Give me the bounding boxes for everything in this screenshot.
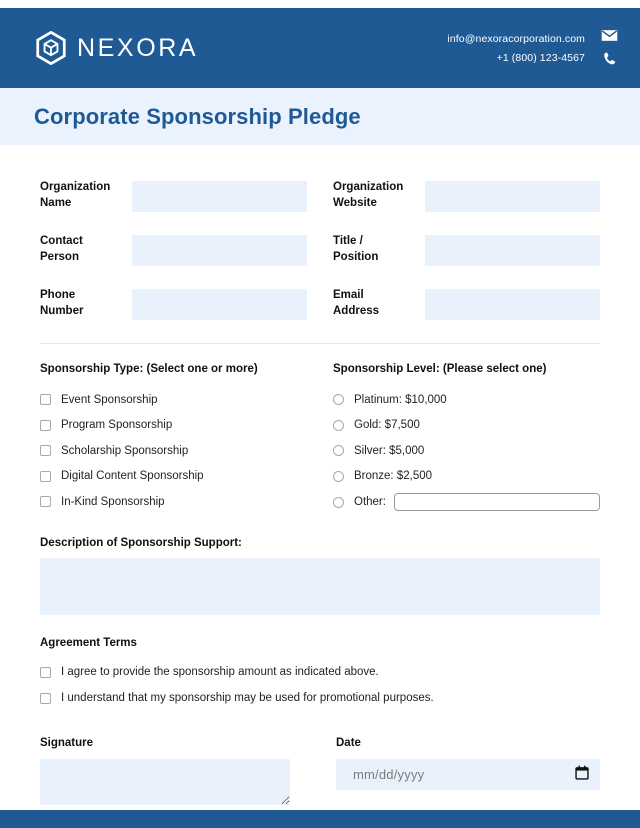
option-label: Program Sponsorship [61,419,173,432]
checkbox-program-sponsorship[interactable]: Program Sponsorship [40,413,307,439]
radio-other[interactable]: Other: [333,489,600,515]
date-label: Date [336,737,361,749]
contact-icons [601,29,618,67]
options-section: Sponsorship Type: (Select one or more) E… [40,344,600,515]
page-header: NEXORA info@nexoracorporation.com +1 (80… [0,8,640,88]
phone-number-input[interactable] [132,288,307,320]
field-contact-person: Contact Person [40,223,307,277]
option-label: Other: [354,496,386,508]
checkbox-icon[interactable] [40,666,51,678]
hexagon-cube-logo-icon [34,31,68,65]
field-email-address: Email Address [333,277,600,331]
contact-phone[interactable]: +1 (800) 123-4567 [497,52,585,64]
checkbox-icon[interactable] [40,496,51,508]
envelope-icon [601,29,618,42]
checkbox-icon[interactable] [40,470,51,482]
option-label: Gold: $7,500 [354,419,420,432]
date-input[interactable]: mm/dd/yyyy [336,759,600,790]
field-phone-number: Phone Number [40,277,307,331]
field-label: Title / Position [333,235,379,263]
checkbox-icon[interactable] [40,445,51,457]
contact-email[interactable]: info@nexoracorporation.com [447,33,585,45]
field-label: Phone Number [40,289,84,317]
organization-website-input[interactable] [425,180,600,212]
option-label: Bronze: $2,500 [354,470,433,483]
field-organization-name: Organization Name [40,169,307,223]
option-label: Digital Content Sponsorship [61,470,204,483]
field-label: Contact Person [40,235,83,263]
option-label: Event Sponsorship [61,393,158,406]
radio-bronze[interactable]: Bronze: $2,500 [333,464,600,490]
page-footer [0,810,640,828]
radio-icon[interactable] [333,419,344,431]
brand: NEXORA [34,31,198,65]
checkbox-icon[interactable] [40,692,51,704]
radio-icon[interactable] [333,394,344,406]
agreement-label: I agree to provide the sponsorship amoun… [61,666,379,678]
agreement-heading: Agreement Terms [40,637,137,649]
option-label: In-Kind Sponsorship [61,495,165,508]
signature-input[interactable] [40,759,290,805]
radio-gold[interactable]: Gold: $7,500 [333,413,600,439]
form-body: Organization Name Organization Website C… [0,145,640,805]
radio-icon[interactable] [333,445,344,457]
checkbox-agree-amount[interactable]: I agree to provide the sponsorship amoun… [40,659,600,685]
other-amount-input[interactable] [393,493,600,511]
radio-silver[interactable]: Silver: $5,000 [333,438,600,464]
checkbox-icon[interactable] [40,394,51,406]
date-group: Date mm/dd/yyyy [336,737,600,805]
phone-icon [602,51,618,67]
checkbox-in-kind-sponsorship[interactable]: In-Kind Sponsorship [40,489,307,515]
checkbox-event-sponsorship[interactable]: Event Sponsorship [40,387,307,413]
email-address-input[interactable] [425,288,600,320]
contact-person-input[interactable] [132,234,307,266]
brand-name: NEXORA [77,33,199,62]
checkbox-icon[interactable] [40,419,51,431]
signature-group: Signature [40,737,290,805]
radio-icon[interactable] [333,496,344,508]
field-title-position: Title / Position [333,223,600,277]
page-title: Corporate Sponsorship Pledge [34,103,361,129]
page-title-band: Corporate Sponsorship Pledge [0,88,640,145]
radio-icon[interactable] [333,470,344,482]
sponsorship-type-group: Sponsorship Type: (Select one or more) E… [40,363,307,515]
description-section: Description of Sponsorship Support: [40,515,600,615]
radio-platinum[interactable]: Platinum: $10,000 [333,387,600,413]
date-placeholder: mm/dd/yyyy [353,767,425,782]
field-label: Organization Name [40,181,111,209]
field-label: Email Address [333,289,380,317]
option-label: Silver: $5,000 [354,444,425,457]
sponsorship-type-heading: Sponsorship Type: (Select one or more) [40,363,258,375]
checkbox-agree-promotional[interactable]: I understand that my sponsorship may be … [40,685,600,711]
option-label: Scholarship Sponsorship [61,444,189,457]
description-label: Description of Sponsorship Support: [40,537,242,549]
organization-name-input[interactable] [132,180,307,212]
agreement-section: Agreement Terms I agree to provide the s… [40,615,600,711]
checkbox-digital-content-sponsorship[interactable]: Digital Content Sponsorship [40,464,307,490]
calendar-icon[interactable] [575,765,589,785]
sponsorship-form-page: NEXORA info@nexoracorporation.com +1 (80… [0,0,640,828]
title-position-input[interactable] [425,234,600,266]
field-organization-website: Organization Website [333,169,600,223]
description-textarea[interactable] [40,558,600,615]
contact-fields-grid: Organization Name Organization Website C… [40,145,600,331]
signature-label: Signature [40,737,94,749]
sponsorship-level-heading: Sponsorship Level: (Please select one) [333,363,547,375]
contact-lines: info@nexoracorporation.com +1 (800) 123-… [447,33,585,64]
contact-info: info@nexoracorporation.com +1 (800) 123-… [447,29,618,67]
checkbox-scholarship-sponsorship[interactable]: Scholarship Sponsorship [40,438,307,464]
signature-date-section: Signature Date mm/dd/yyyy [40,711,600,805]
field-label: Organization Website [333,181,404,209]
agreement-label: I understand that my sponsorship may be … [61,692,434,704]
option-label: Platinum: $10,000 [354,393,447,406]
sponsorship-level-group: Sponsorship Level: (Please select one) P… [333,363,600,515]
